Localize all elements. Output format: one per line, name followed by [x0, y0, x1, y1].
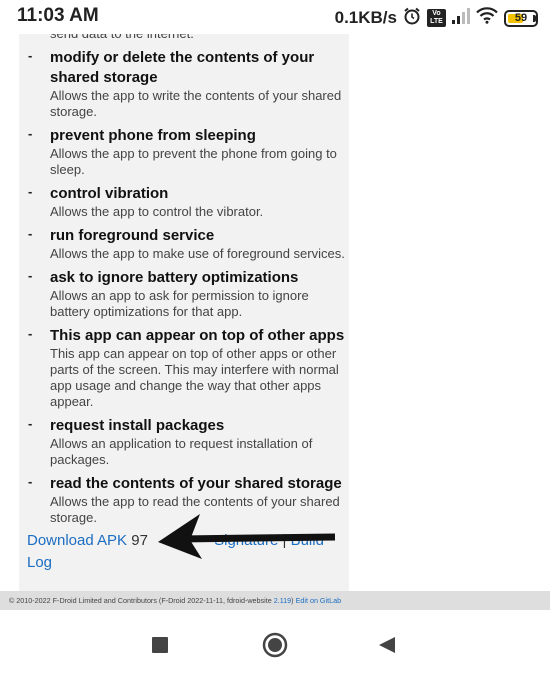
- permission-description: Allows an application to request install…: [50, 436, 313, 467]
- permission-item: - modify or delete the contents of your s…: [28, 48, 346, 120]
- permission-description: Allows the app to control the vibrator.: [50, 204, 264, 219]
- navigation-bar: [0, 610, 550, 677]
- edit-on-gitlab-link[interactable]: Edit on GitLab: [296, 596, 342, 605]
- permission-item: send data to the internet.: [36, 34, 346, 42]
- footer-close-paren: ): [291, 596, 294, 605]
- alarm-icon: [403, 7, 421, 30]
- status-bar: 11:03 AM 0.1KB/s Vo LTE 59: [0, 0, 550, 34]
- footer-text: © 2010-2022 F-Droid Limited and Contribu…: [9, 596, 274, 605]
- battery-icon: 59: [504, 9, 538, 27]
- permission-title: This app can appear on top of other apps: [50, 327, 345, 344]
- permission-description: Allows the app to prevent the phone from…: [50, 146, 337, 177]
- permission-title: request install packages: [50, 417, 225, 434]
- permission-item: - run foreground service Allows the app to…: [28, 226, 346, 262]
- permission-item: - request install packages Allows an appli…: [28, 416, 346, 468]
- permission-description: Allows the app to make use of foreground…: [50, 246, 345, 261]
- list-bullet: -: [28, 416, 33, 431]
- download-apk-link[interactable]: Download APK: [27, 532, 127, 549]
- permission-item: - ask to ignore battery optimizations Allo…: [28, 268, 346, 320]
- back-button[interactable]: [378, 636, 396, 659]
- permission-item: - prevent phone from sleeping Allows the a…: [28, 126, 346, 178]
- website-version-link[interactable]: 2.119: [274, 596, 291, 605]
- list-bullet: -: [28, 126, 33, 141]
- list-bullet: -: [28, 184, 33, 199]
- signal-icon: [452, 7, 470, 29]
- permission-title: modify or delete the contents of your sh…: [50, 49, 315, 86]
- permission-item: - control vibration Allows the app to cont…: [28, 184, 346, 220]
- list-bullet: -: [28, 48, 33, 63]
- home-button[interactable]: [262, 632, 288, 663]
- permission-description: send data to the internet.: [50, 34, 346, 42]
- page-footer: © 2010-2022 F-Droid Limited and Contribu…: [0, 591, 550, 610]
- apk-size: 97: [131, 532, 148, 549]
- annotation-arrow-icon: [158, 514, 336, 559]
- list-bullet: -: [28, 474, 33, 489]
- list-bullet: -: [28, 326, 33, 341]
- permission-title: ask to ignore battery optimizations: [50, 269, 299, 286]
- status-icons: 0.1KB/s Vo LTE 59: [334, 7, 538, 30]
- list-bullet: -: [28, 268, 33, 283]
- network-speed: 0.1KB/s: [334, 8, 397, 27]
- recent-apps-button[interactable]: [152, 637, 168, 658]
- battery-indicator: 59: [504, 9, 538, 27]
- permission-title: prevent phone from sleeping: [50, 127, 256, 144]
- page-viewport[interactable]: send data to the internet. - modify or del…: [0, 34, 550, 594]
- status-time: 11:03 AM: [17, 5, 99, 26]
- volte-icon: Vo LTE: [427, 9, 446, 27]
- permission-description: This app can appear on top of other apps…: [50, 346, 339, 409]
- wifi-icon: [476, 7, 498, 29]
- permissions-list: send data to the internet. - modify or del…: [28, 34, 346, 532]
- permission-description: Allows an app to ask for permission to i…: [50, 288, 309, 319]
- build-log-link-cont[interactable]: Log: [27, 554, 52, 571]
- permission-title: control vibration: [50, 185, 169, 202]
- permission-title: run foreground service: [50, 227, 215, 244]
- permission-description: Allows the app to write the contents of …: [50, 88, 342, 119]
- permission-title: read the contents of your shared storage: [50, 475, 342, 492]
- list-bullet: -: [28, 226, 33, 241]
- battery-percent: 59: [514, 12, 528, 24]
- permission-item: - This app can appear on top of other app…: [28, 326, 346, 410]
